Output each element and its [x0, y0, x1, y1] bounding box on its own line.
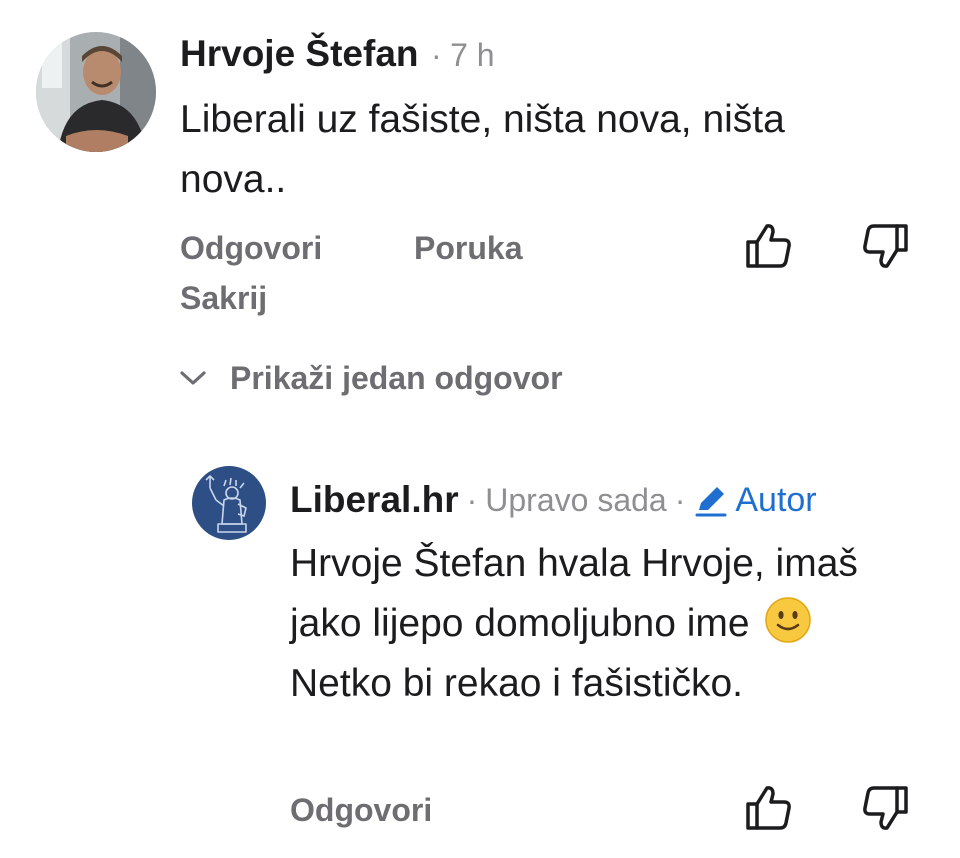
- statue-of-liberty-logo-icon: [192, 466, 266, 540]
- thumbs-up-icon: [746, 224, 791, 268]
- thumbs-up-icon: [746, 786, 791, 830]
- reply-text: Hrvoje Štefan hvala Hrvoje, imaš jako li…: [290, 534, 890, 714]
- like-button[interactable]: [740, 218, 796, 274]
- show-replies-toggle[interactable]: Prikaži jedan odgovor: [178, 358, 563, 398]
- pencil-icon: [695, 487, 727, 517]
- dislike-button[interactable]: [858, 218, 914, 274]
- comment-author-name[interactable]: Hrvoje Štefan: [180, 33, 419, 74]
- reply-avatar[interactable]: [192, 466, 266, 540]
- avatar[interactable]: [36, 32, 156, 152]
- author-badge-label: Autor: [735, 481, 817, 519]
- reply-timestamp: Upravo sada: [485, 482, 667, 518]
- chevron-down-icon: [180, 371, 206, 385]
- thumbs-down-icon: [863, 224, 908, 268]
- reply-button[interactable]: Odgovori: [180, 228, 322, 268]
- comment-timestamp: 7 h: [450, 37, 495, 73]
- reply-dislike-button[interactable]: [858, 780, 914, 836]
- hide-button[interactable]: Sakrij: [180, 278, 267, 318]
- meta-separator: ·: [430, 37, 442, 73]
- meta-separator: ·: [674, 482, 686, 518]
- show-replies-label: Prikaži jedan odgovor: [230, 360, 563, 396]
- comment-text: Liberali uz fašiste, ništa nova, ništa n…: [180, 98, 785, 201]
- reply-text-part2: Netko bi rekao i fašističko.: [290, 662, 744, 705]
- reply-reply-button[interactable]: Odgovori: [290, 790, 432, 830]
- thumbs-down-icon: [863, 786, 908, 830]
- reply-author-name[interactable]: Liberal.hr: [290, 478, 459, 522]
- meta-separator: ·: [466, 482, 478, 518]
- slightly-smiling-face-emoji: [765, 597, 812, 643]
- message-button[interactable]: Poruka: [414, 228, 522, 268]
- reply-like-button[interactable]: [740, 780, 796, 836]
- author-badge: Autor: [693, 478, 817, 522]
